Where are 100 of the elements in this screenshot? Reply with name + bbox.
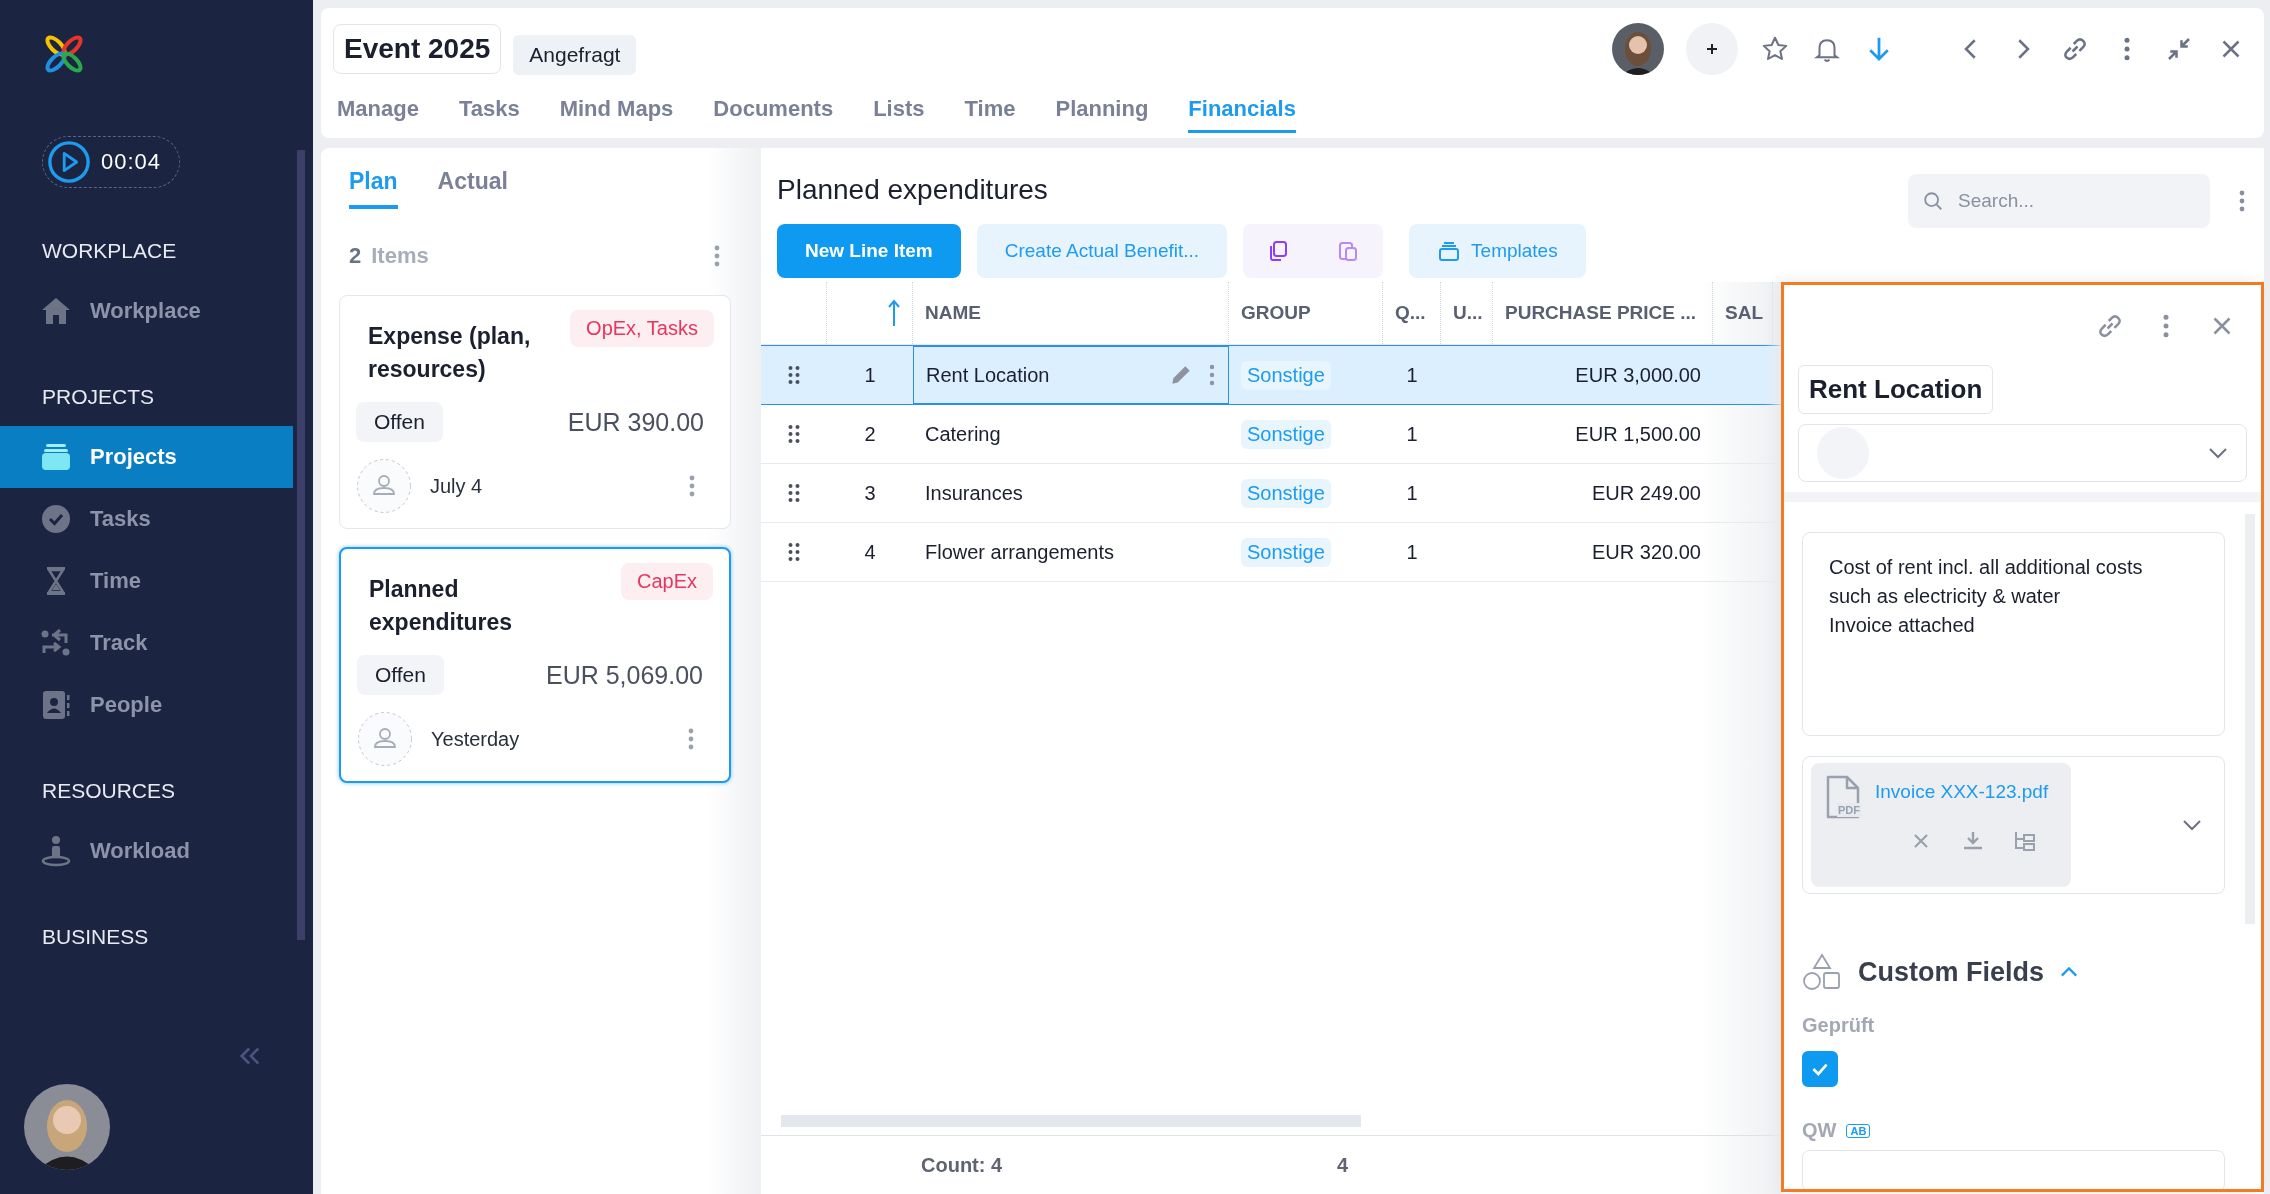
text-type-badge: AB xyxy=(1846,1123,1871,1138)
chevron-up-icon[interactable] xyxy=(2060,966,2079,978)
search-field[interactable]: Search... xyxy=(1908,174,2210,228)
scrollbar[interactable] xyxy=(781,1115,1361,1127)
status-badge[interactable]: Angefragt xyxy=(513,35,637,75)
sidebar-item[interactable]: Time xyxy=(0,550,293,612)
table-cell-text: EUR 320.00 xyxy=(1591,539,1702,565)
tab[interactable]: Documents xyxy=(713,90,834,133)
section-heading: RESOURCES xyxy=(41,778,177,804)
group-tag: Sonstige xyxy=(1241,419,1331,449)
kebab-menu-icon[interactable] xyxy=(2238,189,2246,213)
table-cell-text: 3 xyxy=(863,480,877,506)
file-link[interactable]: Invoice XXX-123.pdf xyxy=(1875,781,2049,803)
item-title[interactable]: Rent Location xyxy=(1798,365,1994,414)
drag-handle-icon[interactable] xyxy=(788,365,800,385)
section-heading: PROJECTS xyxy=(41,384,155,410)
plan-card[interactable]: Expense (plan, resources) OpEx, Tasks Offen EUR 390.00 July 4 xyxy=(339,295,731,529)
project-title[interactable]: Event 2025 xyxy=(333,24,502,74)
table-cell-text: 2 xyxy=(863,421,877,447)
contact-card-icon xyxy=(40,689,72,721)
table-row[interactable]: 3 Insurances Sonstige 1 EUR 249.00 xyxy=(761,464,1781,523)
tag: OpEx, Tasks xyxy=(570,310,714,347)
table-cell-text: 1 xyxy=(1405,539,1419,565)
tab[interactable]: Lists xyxy=(873,90,925,133)
timer-value: 00:04 xyxy=(101,149,162,175)
table-cell: Rent Location xyxy=(926,363,1050,387)
column-header[interactable]: SAL xyxy=(1713,282,1773,344)
kebab-menu-icon[interactable] xyxy=(713,244,721,268)
sidebar-item[interactable]: Workplace xyxy=(0,280,293,342)
amount: EUR 390.00 xyxy=(567,407,704,437)
checkbox[interactable] xyxy=(1802,1051,1838,1087)
amount: EUR 5,069.00 xyxy=(545,660,703,690)
drag-handle-icon[interactable] xyxy=(788,483,800,503)
column-header[interactable]: U... xyxy=(1441,282,1493,344)
column-header[interactable]: NAME xyxy=(913,282,1229,344)
column-header[interactable]: PURCHASE PRICE ... xyxy=(1493,282,1713,344)
table-row[interactable]: 4 Flower arrangements Sonstige 1 EUR 320.00 xyxy=(761,523,1781,582)
tab[interactable]: Mind Maps xyxy=(559,90,674,133)
drag-handle-icon[interactable] xyxy=(788,542,800,562)
table-title: Planned expenditures xyxy=(777,174,1049,206)
table-cell-text: EUR 3,000.00 xyxy=(1574,362,1702,388)
chevron-down-icon[interactable] xyxy=(2182,819,2202,831)
footer-count: Count: 4 xyxy=(921,1153,1003,1177)
user-placeholder-icon[interactable] xyxy=(357,711,413,767)
sidebar-item[interactable]: Workload xyxy=(0,820,293,882)
description-field[interactable]: Cost of rent incl. all additional costs such as electricity & water Invoice attached xyxy=(1802,532,2225,736)
table-cell-text: 1 xyxy=(1405,421,1419,447)
house-icon xyxy=(40,295,72,327)
table-row[interactable]: 2 Catering Sonstige 1 EUR 1,500.00 xyxy=(761,405,1781,464)
footer-total: 4 xyxy=(1337,1153,1349,1177)
collapse-icon[interactable] xyxy=(238,1046,262,1066)
table-row[interactable]: 1 Rent Location Sonstige 1 EUR 3,000.00 xyxy=(761,345,1781,405)
group-tag: Sonstige xyxy=(1241,537,1331,567)
kebab-menu-icon[interactable] xyxy=(687,727,695,751)
group-tag: Sonstige xyxy=(1241,360,1331,390)
sort-arrow-icon[interactable] xyxy=(888,299,900,327)
status-badge: Offen xyxy=(356,402,443,442)
sidebar-item[interactable]: Track xyxy=(0,612,293,674)
sidebar-item[interactable]: People xyxy=(0,674,293,736)
table-cell-text: 4 xyxy=(863,539,877,565)
column-header[interactable]: GROUP xyxy=(1229,282,1383,344)
tab[interactable]: Financials xyxy=(1188,90,1296,133)
avatar[interactable] xyxy=(1612,23,1664,75)
tab[interactable]: Actual xyxy=(437,168,508,209)
tab[interactable]: Plan xyxy=(349,168,398,209)
field-label: QW xyxy=(1802,1119,1837,1142)
folder-icon xyxy=(40,441,72,473)
table-cell: Flower arrangements xyxy=(925,540,1114,564)
tab[interactable]: Tasks xyxy=(458,90,520,133)
user-placeholder-icon[interactable] xyxy=(356,458,412,514)
table-cell-text: EUR 249.00 xyxy=(1591,480,1702,506)
card-title: Planned expenditures xyxy=(368,575,514,637)
tab[interactable]: Manage xyxy=(337,90,419,133)
tab[interactable]: Time xyxy=(964,90,1016,133)
scrollbar[interactable] xyxy=(297,150,305,940)
kebab-menu-icon[interactable] xyxy=(1208,363,1216,387)
card-title: Expense (plan, resources) xyxy=(367,322,532,384)
group-tag: Sonstige xyxy=(1241,478,1331,508)
templates-button[interactable]: Templates xyxy=(1409,224,1586,278)
attachment-card[interactable]: PDF Invoice XXX-123.pdf xyxy=(1811,763,2071,887)
plus-icon xyxy=(1705,42,1719,56)
play-icon[interactable] xyxy=(47,140,91,184)
item-count-label: Items xyxy=(371,243,429,269)
kebab-menu-icon[interactable] xyxy=(688,474,696,498)
tab[interactable]: Planning xyxy=(1055,90,1149,133)
table-cell: Catering xyxy=(925,422,1001,446)
new-line-item-button[interactable]: New Line Item xyxy=(777,224,961,278)
sidebar-item[interactable]: Projects xyxy=(0,426,293,488)
table-cell-text: 1 xyxy=(863,362,877,388)
tag: CapEx xyxy=(620,563,713,600)
create-benefit-button[interactable]: Create Actual Benefit... xyxy=(976,224,1228,278)
column-header[interactable]: Q... xyxy=(1383,282,1441,344)
sidebar-item[interactable]: Tasks xyxy=(0,488,293,550)
item-count: 2 xyxy=(349,243,362,269)
drag-handle-icon[interactable] xyxy=(788,424,800,444)
date: Yesterday xyxy=(431,727,520,751)
search-icon xyxy=(1922,190,1944,212)
plan-card[interactable]: Planned expenditures CapEx Offen EUR 5,069.00 Yesterday xyxy=(339,547,731,783)
folder-tree-icon[interactable] xyxy=(2013,829,2037,853)
section-heading: BUSINESS xyxy=(41,924,150,950)
